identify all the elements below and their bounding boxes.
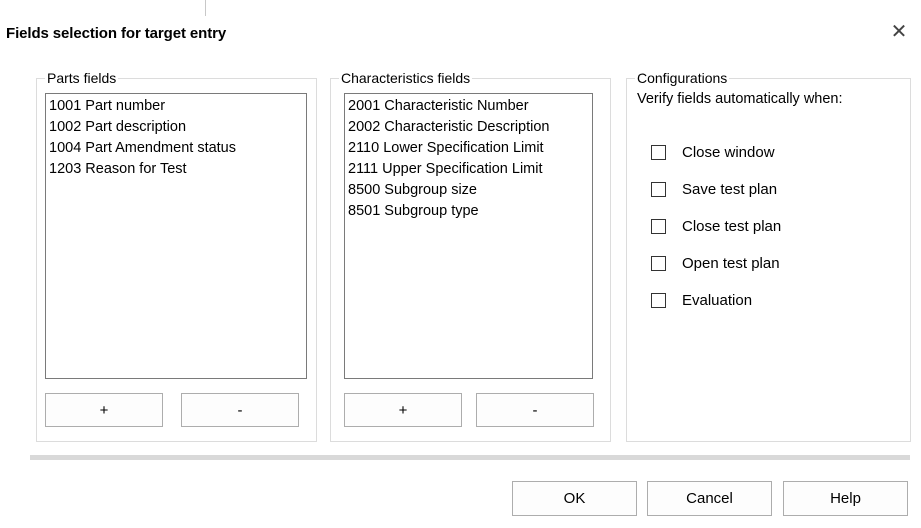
remove-part-field-button[interactable]: - (181, 393, 299, 427)
checkbox-box[interactable] (651, 219, 666, 234)
checkbox-box[interactable] (651, 293, 666, 308)
checkbox-save-test-plan[interactable]: Save test plan (651, 181, 777, 198)
verify-fields-label: Verify fields automatically when: (637, 91, 843, 107)
configurations-legend: Configurations (637, 70, 728, 86)
help-button[interactable]: Help (783, 481, 908, 516)
add-characteristic-field-button[interactable]: + (344, 393, 462, 427)
list-item[interactable]: 2002 Characteristic Description (348, 117, 592, 138)
parts-fields-list[interactable]: 1001 Part number 1002 Part description 1… (45, 93, 307, 379)
checkbox-close-test-plan[interactable]: Close test plan (651, 218, 781, 235)
footer-divider (30, 455, 910, 460)
list-item[interactable]: 8501 Subgroup type (348, 201, 592, 222)
checkbox-evaluation[interactable]: Evaluation (651, 292, 752, 309)
checkbox-open-test-plan[interactable]: Open test plan (651, 255, 780, 272)
list-item[interactable]: 1002 Part description (49, 117, 306, 138)
close-icon[interactable]: ✕ (889, 22, 909, 42)
list-item[interactable]: 1001 Part number (49, 96, 306, 117)
list-item[interactable]: 2001 Characteristic Number (348, 96, 592, 117)
parts-fields-legend: Parts fields (47, 70, 117, 86)
checkbox-label: Open test plan (682, 255, 780, 272)
remove-characteristic-field-button[interactable]: - (476, 393, 594, 427)
configurations-group: Configurations Verify fields automatical… (626, 70, 911, 442)
checkbox-label: Close window (682, 144, 775, 161)
list-item[interactable]: 2110 Lower Specification Limit (348, 138, 592, 159)
checkbox-label: Save test plan (682, 181, 778, 198)
checkbox-box[interactable] (651, 256, 666, 271)
dialog-title: Fields selection for target entry (6, 25, 227, 42)
checkbox-label: Close test plan (682, 218, 782, 235)
parts-fields-group: Parts fields 1001 Part number 1002 Part … (36, 70, 317, 442)
cancel-button[interactable]: Cancel (647, 481, 772, 516)
checkbox-label: Evaluation (682, 292, 753, 309)
checkbox-close-window[interactable]: Close window (651, 144, 775, 161)
list-item[interactable]: 1203 Reason for Test (49, 159, 306, 180)
characteristics-fields-group: Characteristics fields 2001 Characterist… (330, 70, 611, 442)
checkbox-box[interactable] (651, 182, 666, 197)
add-part-field-button[interactable]: + (45, 393, 163, 427)
list-item[interactable]: 8500 Subgroup size (348, 180, 592, 201)
characteristics-fields-list[interactable]: 2001 Characteristic Number 2002 Characte… (344, 93, 593, 379)
list-item[interactable]: 2111 Upper Specification Limit (348, 159, 592, 180)
list-item[interactable]: 1004 Part Amendment status (49, 138, 306, 159)
characteristics-fields-legend: Characteristics fields (341, 70, 471, 86)
ok-button[interactable]: OK (512, 481, 637, 516)
top-edge-line (205, 0, 206, 16)
checkbox-box[interactable] (651, 145, 666, 160)
